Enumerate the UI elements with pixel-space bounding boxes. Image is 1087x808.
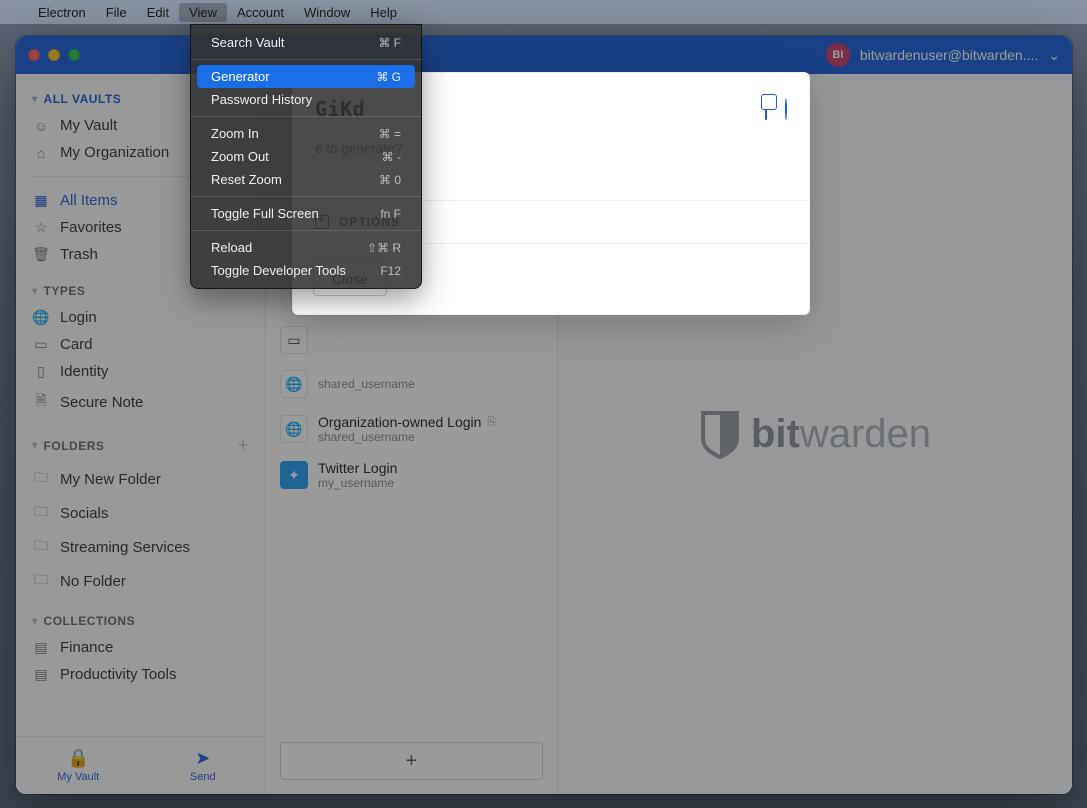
menu-view[interactable]: View	[179, 3, 227, 22]
menu-item-zoom-in[interactable]: Zoom In⌘ =	[197, 122, 415, 145]
menu-item-password-history[interactable]: Password History	[197, 88, 415, 111]
menu-item-devtools[interactable]: Toggle Developer ToolsF12	[197, 259, 415, 282]
menu-electron[interactable]: Electron	[28, 3, 96, 22]
menu-item-reload[interactable]: Reload⇧⌘ R	[197, 236, 415, 259]
refresh-icon	[785, 98, 787, 120]
view-dropdown: Search Vault⌘ F Generator⌘ G Password Hi…	[190, 24, 422, 289]
macos-menubar: Electron File Edit View Account Window H…	[0, 0, 1087, 24]
menu-window[interactable]: Window	[294, 3, 360, 22]
copy-icon	[765, 98, 767, 120]
menu-edit[interactable]: Edit	[137, 3, 179, 22]
menu-account[interactable]: Account	[227, 3, 294, 22]
regenerate-button[interactable]	[785, 99, 787, 120]
menu-file[interactable]: File	[96, 3, 137, 22]
menu-help[interactable]: Help	[360, 3, 407, 22]
menu-item-search-vault[interactable]: Search Vault⌘ F	[197, 31, 415, 54]
app-window: BI bitwardenuser@bitwarden.... ⌄ ▾ ALL V…	[16, 36, 1072, 794]
copy-button[interactable]	[765, 99, 767, 120]
menu-item-zoom-out[interactable]: Zoom Out⌘ -	[197, 145, 415, 168]
menu-item-generator[interactable]: Generator⌘ G	[197, 65, 415, 88]
menu-item-reset-zoom[interactable]: Reset Zoom⌘ 0	[197, 168, 415, 191]
menu-item-toggle-fullscreen[interactable]: Toggle Full Screenfn F	[197, 202, 415, 225]
